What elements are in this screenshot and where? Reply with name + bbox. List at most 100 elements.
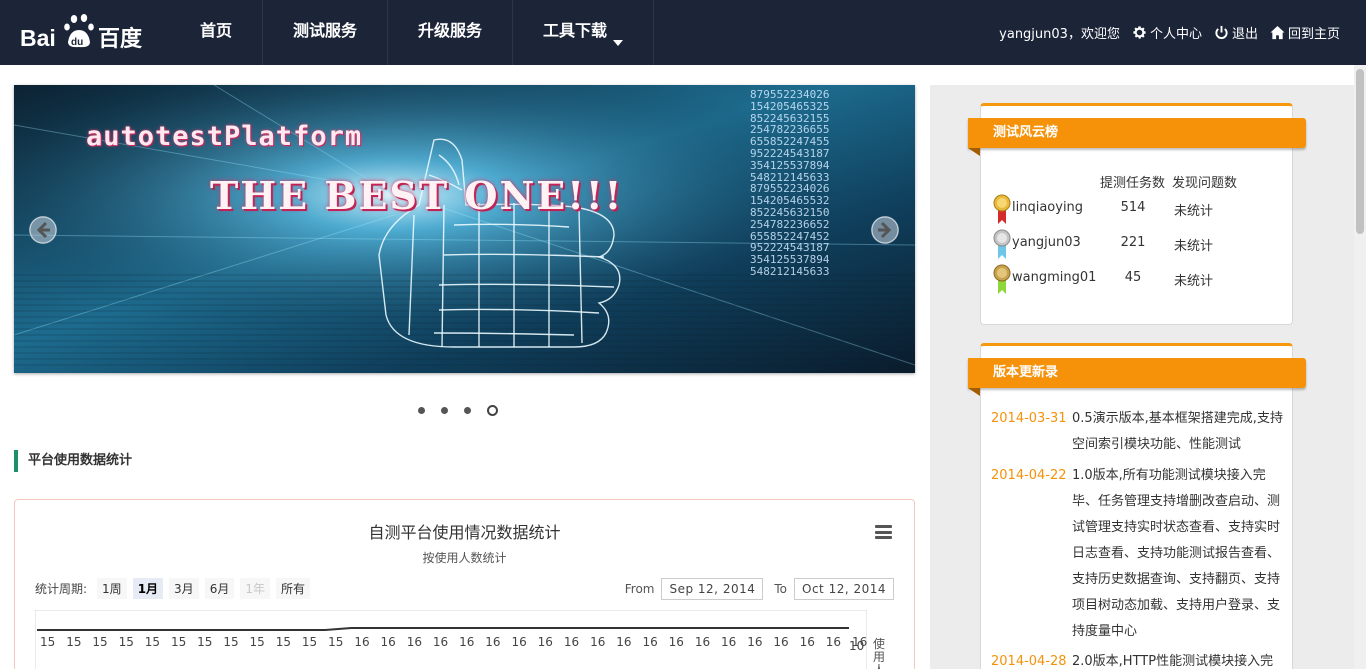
leaderboard-tasks: 221	[1120, 235, 1146, 250]
nav-tool-download[interactable]: 工具下载	[513, 0, 655, 65]
arrow-right-icon	[871, 216, 899, 244]
data-label: 16	[433, 635, 448, 649]
data-label: 16	[459, 635, 474, 649]
leaderboard-name: yangjun03	[1012, 235, 1081, 250]
data-label: 15	[223, 635, 238, 649]
range-label: 统计周期:	[35, 582, 88, 596]
carousel-indicators	[418, 405, 498, 416]
carousel-title-line2: THE BEST ONE!!!	[210, 173, 624, 218]
nav-home-label: 首页	[200, 21, 233, 40]
changelog-text: 0.5演示版本,基本框架搭建完成,支持空间索引模块功能、性能测试	[1072, 411, 1283, 452]
baidu-logo[interactable]: Bai du 百度	[18, 10, 153, 52]
carousel-indicator-4[interactable]	[487, 405, 498, 416]
data-label: 16	[485, 635, 500, 649]
leaderboard-tasks: 514	[1120, 200, 1146, 215]
changelog-date: 2014-04-22	[991, 468, 1067, 483]
chart-menu-icon[interactable]	[875, 525, 892, 539]
data-label: 16	[511, 635, 526, 649]
leaderboard-tasks: 45	[1124, 270, 1142, 285]
leaderboard-name: linqiaoying	[1012, 200, 1084, 215]
changelog-date: 2014-04-28	[991, 654, 1067, 669]
changelog-text: 2.0版本,HTTP性能测试模块接入完	[1072, 654, 1274, 669]
date-range: From Sep 12, 2014 To Oct 12, 2014	[625, 578, 894, 600]
nav-home[interactable]: 首页	[170, 0, 264, 65]
col-issues-header: 发现问题数	[1172, 176, 1238, 191]
personal-center-link[interactable]: 个人中心	[1132, 23, 1202, 42]
carousel-number-grid: 879552234026 154205465325 852245632155 2…	[750, 88, 830, 278]
from-date-input[interactable]: Sep 12, 2014	[661, 578, 764, 600]
range-6m-button[interactable]: 6月	[204, 578, 235, 599]
data-label: 16	[538, 635, 553, 649]
leaderboard-panel: 测试风云榜 提测任务数 发现问题数 linqiaoying 514 未统计 ya…	[968, 103, 1306, 325]
data-label: 16	[747, 635, 762, 649]
nav-upgrade-service[interactable]: 升级服务	[388, 0, 514, 65]
data-label: 16	[695, 635, 710, 649]
data-label: 16	[826, 635, 841, 649]
data-label: 15	[92, 635, 107, 649]
changelog-title: 版本更新录	[968, 358, 1306, 396]
dropdown-caret-icon	[613, 40, 624, 46]
chart-y-axis-label: 使用人	[873, 637, 886, 669]
gear-icon	[1133, 26, 1146, 39]
user-area: yangjun03，欢迎您 个人中心 退出 回到主页	[999, 0, 1340, 65]
page-scrollbar[interactable]	[1354, 65, 1366, 669]
data-label: 16	[773, 635, 788, 649]
nav-tool-download-label: 工具下载	[543, 21, 608, 40]
logout-link[interactable]: 退出	[1214, 23, 1258, 42]
usage-line-chart: 15 15 15 15 15 15 15 15 15 15 15 15 16 16 16 16 16 16 16 16…	[35, 610, 867, 669]
nav-test-service[interactable]: 测试服务	[263, 0, 389, 65]
range-1m-button[interactable]: 1月	[132, 578, 164, 599]
data-label: 15	[197, 635, 212, 649]
svg-text:百度: 百度	[98, 26, 143, 52]
carousel-indicator-3[interactable]	[464, 407, 471, 414]
right-sidebar: 测试风云榜 提测任务数 发现问题数 linqiaoying 514 未统计 ya…	[930, 85, 1354, 669]
range-3m-button[interactable]: 3月	[169, 578, 199, 599]
data-label: 16	[642, 635, 657, 649]
to-date-input[interactable]: Oct 12, 2014	[794, 578, 894, 600]
range-1w-button[interactable]: 1周	[97, 578, 127, 599]
data-label: 16	[616, 635, 631, 649]
top-navigation-bar: Bai du 百度 首页 测试服务 升级服务 工具下载 yangjun03，欢迎…	[0, 0, 1366, 65]
carousel-indicator-1[interactable]	[418, 407, 425, 414]
range-all-button[interactable]: 所有	[275, 578, 310, 599]
data-label: 15	[145, 635, 160, 649]
main-nav: 首页 测试服务 升级服务 工具下载	[170, 0, 655, 65]
power-icon	[1215, 25, 1228, 39]
carousel-title-line1: autotestPlatform	[86, 121, 363, 152]
scrollbar-thumb[interactable]	[1356, 69, 1364, 234]
changelog-panel: 版本更新录 2014-03-31 0.5演示版本,基本框架搭建完成,支持空间索引…	[968, 343, 1306, 669]
data-label: 15	[328, 635, 343, 649]
data-label: 15	[40, 635, 55, 649]
svg-text:du: du	[71, 37, 83, 48]
data-label: 16	[721, 635, 736, 649]
nav-test-service-label: 测试服务	[293, 21, 358, 40]
arrow-left-icon	[29, 216, 57, 244]
carousel-next-button[interactable]	[871, 216, 899, 244]
data-label-last: 10	[849, 639, 864, 653]
leaderboard-issues: 未统计	[1174, 239, 1214, 254]
data-label: 16	[590, 635, 605, 649]
carousel-prev-button[interactable]	[29, 216, 57, 244]
welcome-text: yangjun03，欢迎您	[999, 27, 1120, 42]
home-label: 回到主页	[1287, 27, 1340, 42]
data-label: 15	[276, 635, 291, 649]
data-label: 16	[407, 635, 422, 649]
logout-label: 退出	[1231, 27, 1258, 42]
usage-chart-panel: 自测平台使用情况数据统计 按使用人数统计 统计周期: 1周 1月 3月 6月 1…	[14, 499, 915, 669]
col-tasks-header: 提测任务数	[1100, 176, 1166, 191]
leaderboard-name: wangming01	[1012, 270, 1097, 285]
to-label: To	[774, 582, 787, 596]
changelog-date: 2014-03-31	[991, 411, 1067, 426]
range-1y-button[interactable]: 1年	[240, 578, 270, 599]
home-link[interactable]: 回到主页	[1270, 23, 1340, 42]
data-label: 15	[302, 635, 317, 649]
data-label: 16	[354, 635, 369, 649]
hero-carousel: autotestPlatform THE BEST ONE!!! 8795522…	[14, 85, 915, 373]
data-label: 16	[800, 635, 815, 649]
carousel-indicator-2[interactable]	[441, 407, 448, 414]
data-label: 15	[66, 635, 81, 649]
data-label: 15	[171, 635, 186, 649]
data-label: 16	[381, 635, 396, 649]
chart-title: 自测平台使用情况数据统计	[368, 523, 561, 542]
leaderboard-title: 测试风云榜	[968, 118, 1306, 156]
